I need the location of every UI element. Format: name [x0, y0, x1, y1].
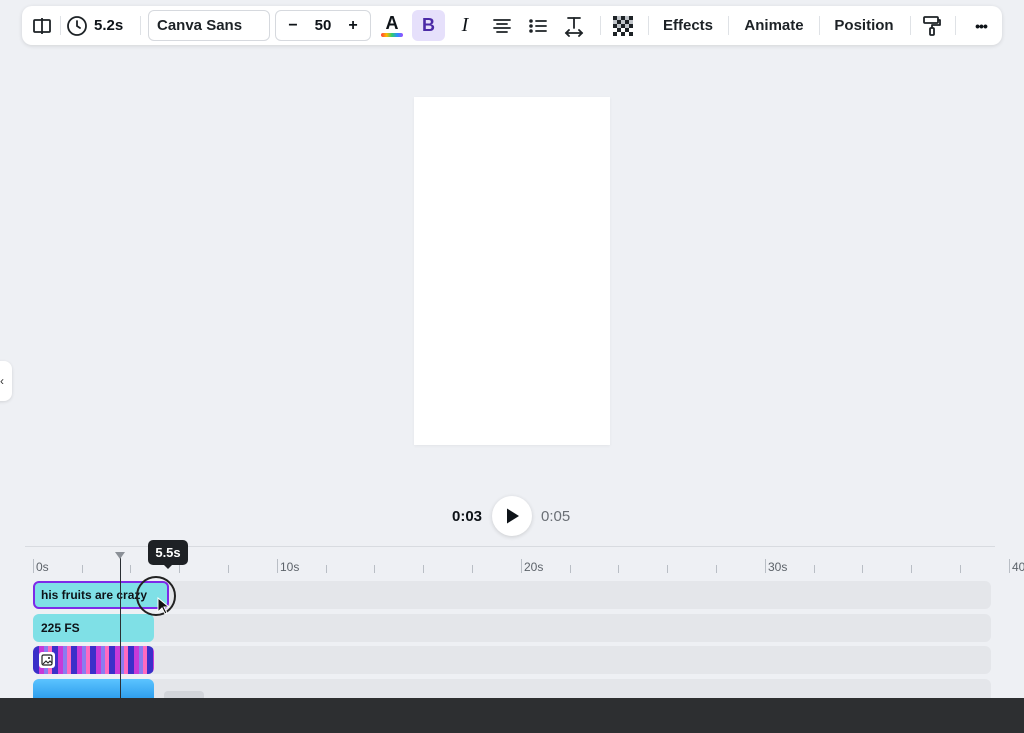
- transparency-button[interactable]: [610, 6, 636, 45]
- effects-button[interactable]: Effects: [658, 6, 718, 45]
- font-family-select[interactable]: Canva Sans: [148, 10, 270, 41]
- align-center-button[interactable]: [487, 6, 517, 45]
- copy-style-button[interactable]: [918, 6, 946, 45]
- font-size-stepper[interactable]: − 50 +: [275, 10, 371, 41]
- playhead[interactable]: [120, 552, 121, 702]
- font-size-increase-button[interactable]: +: [340, 13, 366, 39]
- ruler-tick: [862, 565, 863, 573]
- ruler-tick: [326, 565, 327, 573]
- transparency-icon: [613, 15, 633, 36]
- toolbar-divider: [728, 16, 729, 35]
- ruler-label-10s: 10s: [280, 560, 300, 574]
- ruler-tick: [960, 565, 961, 573]
- ruler-major-tick: [33, 559, 34, 573]
- toolbar-divider: [955, 16, 956, 35]
- editor-toolbar: 5.2s Canva Sans − 50 + A B I Effects Ani…: [22, 6, 1002, 45]
- timeline-track-text[interactable]: [33, 581, 991, 609]
- current-time: 0:03: [452, 508, 483, 525]
- bottom-bar: [0, 698, 1024, 733]
- page-flip-icon[interactable]: [28, 6, 56, 45]
- bold-button[interactable]: B: [412, 10, 445, 41]
- align-center-icon: [493, 18, 511, 33]
- toolbar-divider: [648, 16, 649, 35]
- spacing-icon: [564, 16, 584, 37]
- animate-button[interactable]: Animate: [738, 6, 810, 45]
- ruler-tick: [374, 565, 375, 573]
- chevron-left-icon: ‹: [0, 374, 4, 388]
- ruler-tick: [423, 565, 424, 573]
- duration-value: 5.2s: [94, 17, 124, 34]
- duration-button[interactable]: 5.2s: [66, 6, 126, 45]
- ruler-tick: [472, 565, 473, 573]
- ruler-label-20s: 20s: [524, 560, 544, 574]
- more-icon[interactable]: •••: [965, 6, 997, 45]
- image-clip[interactable]: [33, 646, 154, 674]
- toolbar-divider: [819, 16, 820, 35]
- text-color-icon: A: [385, 13, 399, 33]
- ruler-tick: [179, 565, 180, 573]
- italic-button[interactable]: I: [450, 6, 480, 45]
- ruler-major-tick: [765, 559, 766, 573]
- clock-icon: [67, 15, 87, 36]
- text-clip-label: his fruits are crazy: [41, 588, 148, 602]
- toolbar-divider: [140, 16, 141, 35]
- play-icon: [507, 508, 519, 524]
- font-family-value: Canva Sans: [157, 17, 243, 34]
- bold-icon: B: [422, 15, 435, 35]
- italic-icon: I: [461, 14, 469, 36]
- collapse-panel-handle[interactable]: ‹: [0, 361, 12, 401]
- image-icon: [39, 652, 55, 668]
- position-button[interactable]: Position: [828, 6, 900, 45]
- playhead-marker-icon[interactable]: [115, 552, 125, 559]
- duration-tooltip: 5.5s: [148, 540, 188, 569]
- timeline-track-image[interactable]: [33, 646, 991, 674]
- ruler-label-0s: 0s: [36, 560, 49, 574]
- ruler-major-tick: [521, 559, 522, 573]
- design-page[interactable]: [414, 97, 610, 445]
- fs-clip[interactable]: 225 FS: [33, 614, 154, 642]
- toolbar-divider: [910, 16, 911, 35]
- paint-roller-icon: [923, 15, 941, 36]
- spacing-button[interactable]: [559, 6, 589, 45]
- font-size-decrease-button[interactable]: −: [280, 13, 306, 39]
- font-size-value[interactable]: 50: [315, 17, 332, 34]
- ruler-tick: [814, 565, 815, 573]
- ruler-tick: [570, 565, 571, 573]
- timeline-track-fs[interactable]: [33, 614, 991, 642]
- ruler-major-tick: [1009, 559, 1010, 573]
- ruler-tick: [130, 565, 131, 573]
- ruler-tick: [82, 565, 83, 573]
- toolbar-divider: [60, 16, 61, 35]
- color-rainbow-bar: [381, 33, 403, 37]
- play-button[interactable]: [492, 496, 532, 536]
- list-button[interactable]: [523, 6, 553, 45]
- list-icon: [529, 18, 547, 33]
- ruler-tick: [667, 565, 668, 573]
- ruler-tick: [228, 565, 229, 573]
- ruler-label-30s: 30s: [768, 560, 788, 574]
- ruler-tick: [618, 565, 619, 573]
- ruler-label-40s: 40: [1012, 560, 1024, 574]
- ruler-tick: [716, 565, 717, 573]
- total-time: 0:05: [541, 508, 571, 525]
- ruler-major-tick: [277, 559, 278, 573]
- fs-clip-label: 225 FS: [41, 621, 80, 635]
- text-color-button[interactable]: A: [377, 6, 407, 45]
- toolbar-divider: [600, 16, 601, 35]
- ruler-tick: [911, 565, 912, 573]
- mouse-cursor-icon: [157, 597, 171, 615]
